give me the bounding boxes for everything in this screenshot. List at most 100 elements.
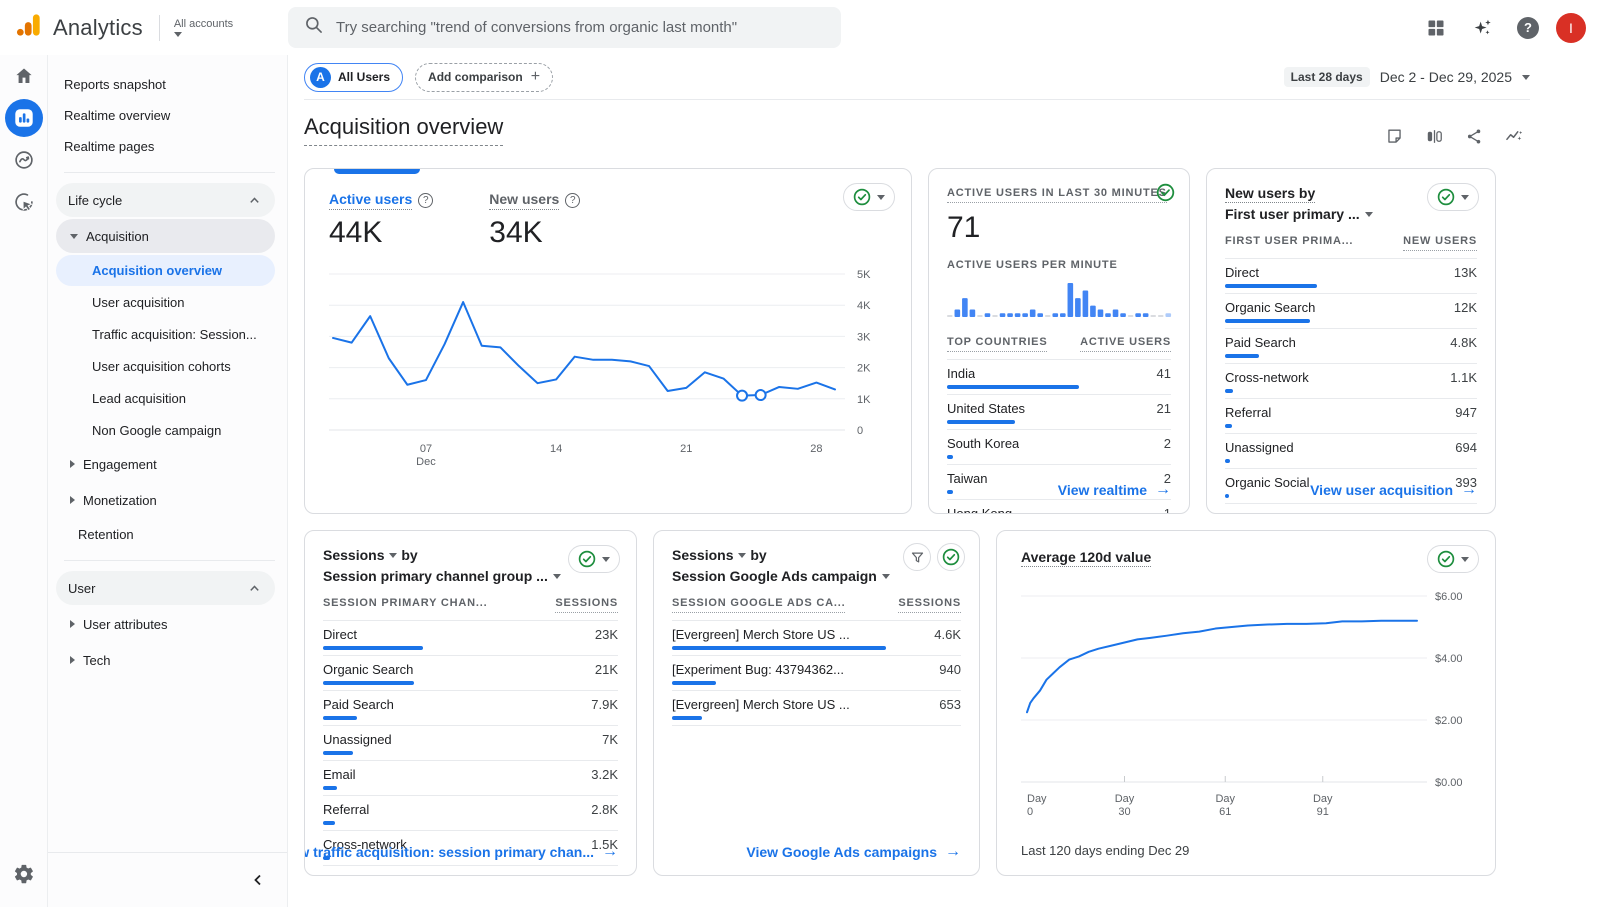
data-quality-badge[interactable] [1156, 183, 1175, 207]
rail-admin-button[interactable] [0, 853, 48, 895]
table-row: Direct13K [1225, 259, 1477, 294]
gemini-sparkle-button[interactable] [1464, 10, 1500, 46]
dimension-dropdown[interactable]: First user primary ... [1225, 206, 1373, 222]
segment-chip-all-users[interactable]: A All Users [304, 63, 403, 92]
metric-label[interactable]: Active users [329, 191, 412, 210]
metric-active-users[interactable]: Active users ? 44K [329, 191, 433, 250]
caret-right-icon [70, 656, 75, 664]
row-value: 1.1K [1450, 370, 1477, 385]
caret-down-icon [70, 234, 78, 239]
sidebar-item-label: Engagement [83, 457, 157, 472]
help-button[interactable]: ? [1510, 10, 1546, 46]
metric-new-users[interactable]: New users ? 34K [489, 191, 580, 250]
search-input[interactable] [336, 19, 825, 36]
metric-dropdown[interactable]: Sessions [323, 547, 397, 563]
avatar[interactable]: I [1556, 13, 1586, 43]
data-quality-dropdown[interactable] [1427, 183, 1479, 211]
insights-button[interactable] [1498, 120, 1530, 152]
data-quality-dropdown[interactable] [1427, 545, 1479, 573]
gear-icon [13, 863, 35, 885]
help-icon[interactable]: ? [565, 193, 580, 208]
sidebar-item-acquisition[interactable]: Acquisition [56, 219, 275, 253]
per-minute-label: ACTIVE USERS PER MINUTE [947, 259, 1171, 271]
sidebar-item-realtime-overview[interactable]: Realtime overview [48, 100, 287, 131]
sidebar-item-reports-snapshot[interactable]: Reports snapshot [48, 69, 287, 100]
sidebar-item-acquisition-overview[interactable]: Acquisition overview [56, 255, 275, 286]
metric-label[interactable]: New users [489, 191, 559, 210]
chevron-down-icon [1461, 557, 1469, 562]
row-progress-bar [1225, 494, 1229, 498]
view-traffic-acquisition-link[interactable]: View traffic acquisition: session primar… [304, 843, 618, 861]
svg-text:0: 0 [857, 425, 863, 437]
data-quality-badge[interactable] [937, 543, 965, 571]
metric-dropdown[interactable]: Sessions [672, 547, 746, 563]
row-label: Direct [323, 627, 357, 642]
search-bar[interactable] [288, 7, 841, 48]
svg-text:4K: 4K [857, 300, 871, 312]
svg-text:$6.00: $6.00 [1435, 591, 1463, 603]
sidebar-item-user-acquisition[interactable]: User acquisition [56, 287, 275, 318]
row-value: 1 [1164, 506, 1171, 514]
sidebar-section-life-cycle[interactable]: Life cycle [56, 183, 275, 217]
sidebar-item-user-acquisition-cohorts[interactable]: User acquisition cohorts [56, 351, 275, 382]
active-tab-indicator [334, 169, 420, 174]
top-app-bar: Analytics All accounts [0, 0, 1600, 55]
table-row: Organic Search21K [323, 656, 618, 691]
help-icon[interactable]: ? [418, 193, 433, 208]
row-label: Taiwan [947, 471, 987, 486]
sidebar-item-lead-acquisition[interactable]: Lead acquisition [56, 383, 275, 414]
row-label: Email [323, 767, 356, 782]
column-header: SESSION GOOGLE ADS CA... [672, 597, 845, 613]
table-row: South Korea2 [947, 430, 1171, 465]
segment-label: All Users [338, 70, 390, 84]
check-circle-icon [1437, 550, 1455, 568]
sidebar-item-retention[interactable]: Retention [48, 519, 287, 550]
sidebar-item-monetization[interactable]: Monetization [56, 483, 275, 517]
data-quality-dropdown[interactable] [843, 183, 895, 211]
rail-explore-button[interactable] [0, 139, 48, 181]
sidebar-item-traffic-acquisition-session[interactable]: Traffic acquisition: Session... [56, 319, 275, 350]
row-value: 3.2K [591, 767, 618, 782]
row-value: 7K [602, 732, 618, 747]
rail-home-button[interactable] [0, 55, 48, 97]
sticky-note-icon [1385, 127, 1404, 146]
dimension-dropdown[interactable]: Session Google Ads campaign [672, 568, 890, 584]
chevron-down-icon [1461, 195, 1469, 200]
account-picker[interactable]: All accounts [174, 18, 233, 37]
nav-rail [0, 55, 48, 907]
view-realtime-link[interactable]: View realtime→ [1058, 481, 1171, 499]
realtime-value: 71 [947, 211, 1171, 245]
view-user-acquisition-link[interactable]: View user acquisition→ [1310, 481, 1477, 499]
check-circle-icon [942, 548, 960, 566]
share-button[interactable] [1458, 120, 1490, 152]
rail-advertising-button[interactable] [0, 181, 48, 223]
chevron-down-icon [553, 574, 561, 579]
row-label: Organic Search [323, 662, 413, 677]
sparkle-icon [1471, 17, 1493, 39]
row-value: 41 [1157, 366, 1171, 381]
notes-button[interactable] [1378, 120, 1410, 152]
view-google-ads-campaigns-link[interactable]: View Google Ads campaigns→ [746, 843, 961, 861]
dimension-dropdown[interactable]: Session primary channel group ... [323, 568, 561, 584]
collapse-sidebar-button[interactable] [243, 865, 273, 895]
filter-button[interactable] [903, 543, 931, 571]
svg-text:$2.00: $2.00 [1435, 715, 1463, 727]
apps-grid-button[interactable] [1418, 10, 1454, 46]
compare-reports-button[interactable] [1418, 120, 1450, 152]
rail-reports-button[interactable] [0, 97, 48, 139]
row-label: South Korea [947, 436, 1019, 451]
sidebar-item-user-attributes[interactable]: User attributes [56, 607, 275, 641]
svg-text:61: 61 [1219, 806, 1231, 818]
sidebar-section-user[interactable]: User [56, 571, 275, 605]
date-range-picker[interactable]: Last 28 days Dec 2 - Dec 29, 2025 [1284, 67, 1530, 87]
sidebar-item-tech[interactable]: Tech [56, 643, 275, 677]
sidebar-item-realtime-pages[interactable]: Realtime pages [48, 131, 287, 162]
sidebar-item-non-google-campaign[interactable]: Non Google campaign [56, 415, 275, 446]
svg-text:Day: Day [1027, 793, 1047, 805]
sidebar-item-engagement[interactable]: Engagement [56, 447, 275, 481]
add-comparison-button[interactable]: Add comparison + [415, 63, 553, 92]
chevron-left-icon [251, 873, 265, 887]
row-label: Organic Social [1225, 475, 1310, 490]
table-row: [Evergreen] Merch Store US ...4.6K [672, 621, 961, 656]
data-quality-dropdown[interactable] [568, 545, 620, 573]
